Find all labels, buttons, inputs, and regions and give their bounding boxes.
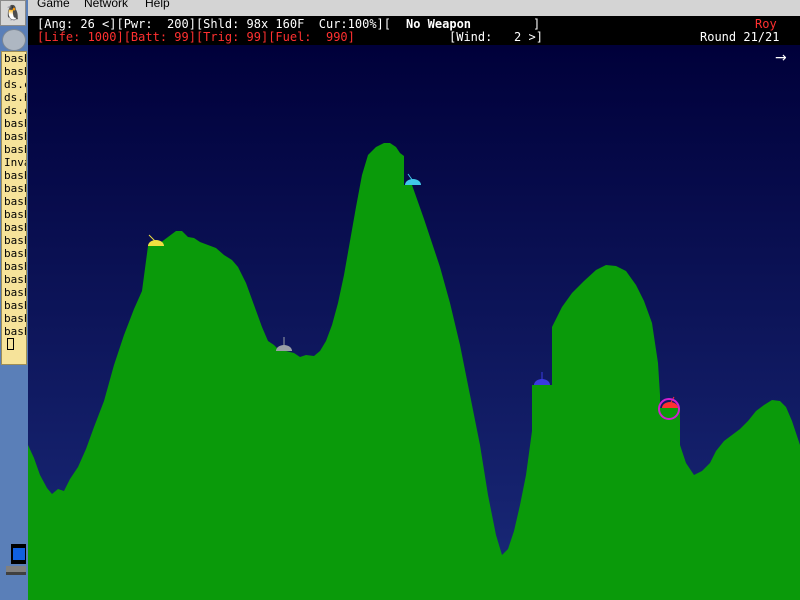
terminal-entry[interactable]: bash	[2, 221, 26, 234]
terminal-entry[interactable]: bash	[2, 52, 26, 65]
terminal-entry[interactable]: ds.c	[2, 104, 26, 117]
round-counter: Round 21/21	[700, 30, 780, 44]
terminal-entry[interactable]: bash	[2, 273, 26, 286]
terminal-entry[interactable]: bash	[2, 195, 26, 208]
weapon-name[interactable]: No Weapon	[406, 17, 471, 31]
terminal-entry[interactable]: bash	[2, 143, 26, 156]
terminal-entry[interactable]: Inva	[2, 156, 26, 169]
weapon-bracket: ]	[533, 17, 541, 31]
round-panel-button[interactable]	[2, 29, 26, 51]
terminal-entry[interactable]: ds.c	[2, 78, 26, 91]
penguin-menu-icon[interactable]: 🐧	[0, 0, 26, 26]
terminal-list[interactable]: bash bash ds.c ds.h ds.c bash bash bash …	[1, 51, 27, 365]
terminal-entry[interactable]: bash	[2, 312, 26, 325]
terminal-entry[interactable]: bash	[2, 325, 26, 338]
terminal-entry[interactable]: bash	[2, 130, 26, 143]
tank-stats: [Ang: 26 <][Pwr: 200][Shld: 98x 160F Cur…	[37, 17, 392, 31]
terminal-entry[interactable]: bash	[2, 169, 26, 182]
terminal-entry[interactable]: bash	[2, 65, 26, 78]
terminal-entry[interactable]: bash	[2, 182, 26, 195]
terminal-entry[interactable]: ds.h	[2, 91, 26, 104]
wind-direction-icon: →	[775, 50, 787, 66]
terminal-entry[interactable]: bash	[2, 299, 26, 312]
wind-readout: [Wind: 2 >]	[449, 30, 543, 44]
terminal-entry[interactable]: bash	[2, 234, 26, 247]
terminal-entry[interactable]: bash	[2, 117, 26, 130]
battlefield-canvas[interactable]	[28, 45, 800, 600]
menu-network[interactable]: Network	[84, 0, 128, 11]
computer-icon[interactable]	[2, 544, 26, 578]
battlefield[interactable]: →	[28, 45, 800, 600]
desktop-panel: 🐧 bash bash ds.c ds.h ds.c bash bash bas…	[0, 0, 28, 600]
terminal-entry[interactable]: bash	[2, 286, 26, 299]
menu-bar: Game Network Help	[28, 0, 800, 16]
terminal-cursor	[2, 338, 26, 351]
terminal-entry[interactable]: bash	[2, 247, 26, 260]
status-panel: [Ang: 26 <][Pwr: 200][Shld: 98x 160F Cur…	[28, 16, 800, 45]
menu-help[interactable]: Help	[145, 0, 170, 11]
player-name: Roy	[755, 17, 777, 31]
menu-game[interactable]: Game	[37, 0, 70, 11]
resource-stats: [Life: 1000][Batt: 99][Trig: 99][Fuel: 9…	[37, 30, 355, 44]
terminal-entry[interactable]: bash	[2, 208, 26, 221]
terminal-entry[interactable]: bash	[2, 260, 26, 273]
